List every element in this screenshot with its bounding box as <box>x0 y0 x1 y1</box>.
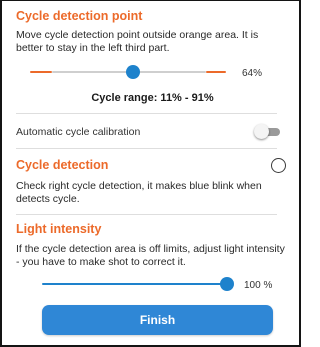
divider <box>16 214 277 215</box>
divider <box>16 148 277 149</box>
light-intensity-percent: 100 % <box>244 280 273 291</box>
cycle-settings-panel: Cycle detection point Move cycle detecti… <box>0 0 301 347</box>
cycle-point-percent: 64% <box>242 68 263 79</box>
cycle-point-slider[interactable] <box>30 65 226 79</box>
light-intensity-description: If the cycle detection area is off limit… <box>16 243 285 268</box>
finish-button[interactable]: Finish <box>42 305 273 335</box>
left-orange-zone <box>30 71 52 73</box>
auto-calibration-label: Automatic cycle calibration <box>16 126 141 138</box>
cycle-detection-indicator-radio[interactable] <box>271 158 286 173</box>
cycle-detection-title: Cycle detection <box>16 158 109 172</box>
light-intensity-title: Light intensity <box>16 222 102 236</box>
light-intensity-fill <box>42 283 228 285</box>
cycle-detection-description: Check right cycle detection, it makes bl… <box>16 180 262 205</box>
cycle-detection-point-description: Move cycle detection point outside orang… <box>16 29 259 54</box>
cycle-detection-point-title: Cycle detection point <box>16 9 143 23</box>
cycle-range-label: Cycle range: 11% - 91% <box>91 92 214 104</box>
light-intensity-slider[interactable] <box>42 277 234 291</box>
light-intensity-slider-thumb[interactable] <box>220 277 234 291</box>
right-orange-zone <box>206 71 226 73</box>
divider <box>16 113 277 114</box>
toggle-knob <box>254 124 269 139</box>
cycle-point-slider-thumb[interactable] <box>126 65 140 79</box>
auto-calibration-toggle[interactable] <box>254 124 280 140</box>
